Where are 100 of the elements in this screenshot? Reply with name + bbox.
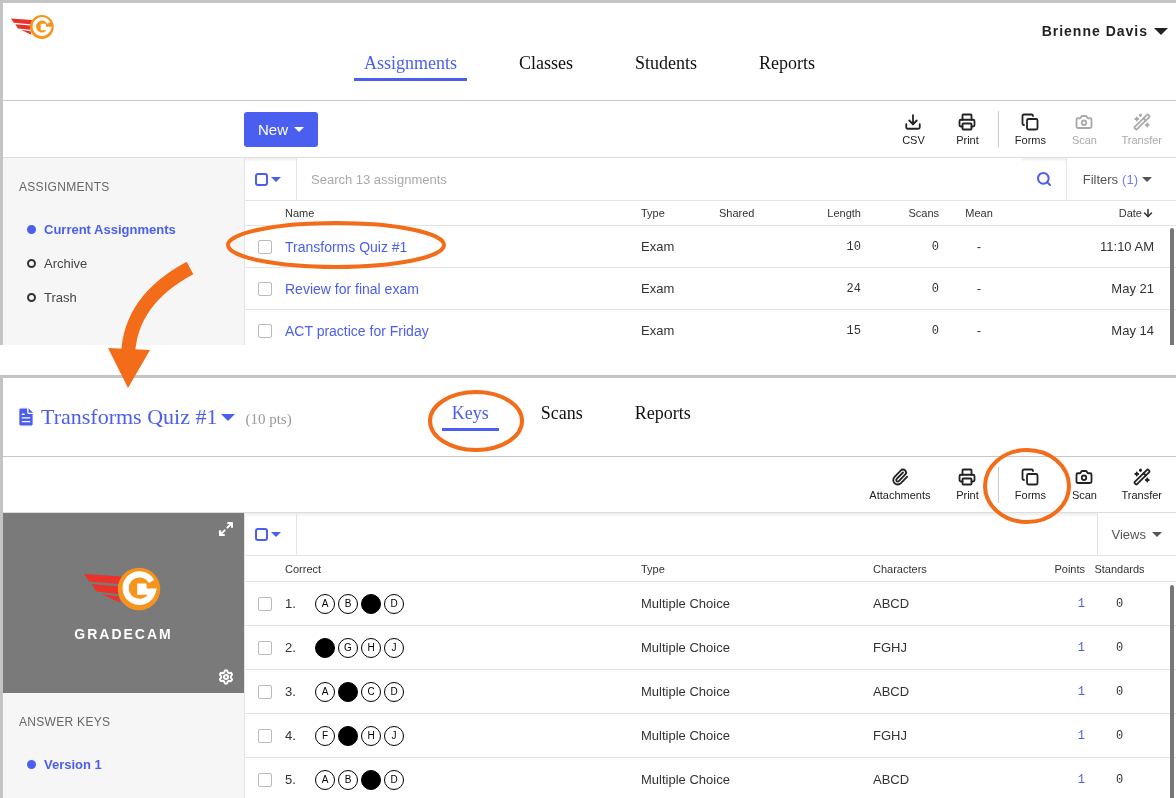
answer-bubble[interactable]: G xyxy=(338,637,358,658)
answer-bubble[interactable]: B xyxy=(338,593,358,614)
toolbar-button[interactable]: Forms xyxy=(1003,468,1058,501)
assignment-tab[interactable]: Keys xyxy=(441,403,499,431)
assignment-link[interactable]: ACT practice for Friday xyxy=(285,322,429,339)
row-checkbox[interactable] xyxy=(258,772,272,787)
table-cell-text: 10 xyxy=(845,239,861,254)
checkbox[interactable] xyxy=(255,527,268,541)
answer-bubble[interactable]: D xyxy=(384,593,404,614)
table-cell-text: 0 xyxy=(930,281,939,296)
assignment-link[interactable]: Review for final exam xyxy=(285,280,419,297)
column-header: Points xyxy=(1053,562,1085,575)
assignment-tab[interactable]: Reports xyxy=(624,403,701,431)
sidebar-heading: ANSWER KEYS xyxy=(18,714,112,731)
table-cell-text: 1 xyxy=(1076,640,1085,655)
answer-bubble[interactable]: D xyxy=(384,769,404,790)
nav-tab[interactable]: Students xyxy=(625,53,707,81)
caret-icon xyxy=(271,531,281,537)
table-cell-text: ABCD xyxy=(873,596,911,611)
tool-icon xyxy=(958,112,977,131)
nav-tab[interactable]: Reports xyxy=(749,53,825,81)
answer-bubble[interactable]: A xyxy=(315,681,335,702)
question-number: 1. xyxy=(285,596,297,611)
table-cell-text: 0 xyxy=(1114,640,1125,655)
table-cell-text: 11:10 AM xyxy=(1099,239,1154,254)
answer-bubble[interactable]: A xyxy=(315,593,335,614)
points-label: (10 pts) xyxy=(245,410,292,428)
row-checkbox[interactable] xyxy=(258,596,272,611)
row-checkbox[interactable] xyxy=(258,640,272,655)
answer-bubble[interactable] xyxy=(361,769,381,790)
sidebar-item[interactable]: Trash xyxy=(3,280,244,314)
tool-icon xyxy=(1075,112,1094,131)
tool-icon xyxy=(1075,468,1094,486)
table-cell-text: Exam xyxy=(641,323,676,338)
scrollbar[interactable] xyxy=(1170,228,1174,345)
tool-icon xyxy=(1132,468,1151,486)
toolbar-button[interactable]: Forms xyxy=(1003,112,1058,146)
checkbox[interactable] xyxy=(255,172,268,186)
sidebar-item[interactable]: Version 1 xyxy=(3,747,244,781)
new-button[interactable]: New xyxy=(244,111,318,147)
toolbar-button[interactable]: CSV xyxy=(886,112,941,146)
radio-dot-icon xyxy=(27,224,36,234)
toolbar-button[interactable]: Transfer xyxy=(1111,468,1172,501)
logo-icon xyxy=(11,13,56,41)
column-header: Shared xyxy=(719,207,756,219)
answer-bubble[interactable] xyxy=(361,593,381,614)
row-checkbox[interactable] xyxy=(258,728,272,743)
nav-tab[interactable]: Assignments xyxy=(354,53,467,81)
caret-icon xyxy=(1154,27,1168,35)
row-checkbox[interactable] xyxy=(258,281,272,296)
assignment-title[interactable]: Transforms Quiz #1 xyxy=(15,404,236,430)
table-cell-text: 1 xyxy=(1076,596,1085,611)
toolbar-button[interactable]: Print xyxy=(940,468,995,501)
row-checkbox[interactable] xyxy=(258,684,272,699)
answer-bubble[interactable] xyxy=(338,681,358,702)
toolbar-button[interactable]: Attachments xyxy=(859,468,941,501)
tool-icon xyxy=(958,468,977,486)
answer-bubble[interactable]: C xyxy=(361,681,381,702)
row-checkbox[interactable] xyxy=(258,239,272,254)
table-cell-text: 0 xyxy=(1114,684,1125,699)
answer-bubble[interactable] xyxy=(338,725,358,746)
column-header: Correct xyxy=(285,562,323,575)
table-cell-text: 1 xyxy=(1076,684,1085,699)
question-number: 2. xyxy=(285,640,297,655)
sidebar-item[interactable]: Current Assignments xyxy=(3,212,244,246)
answer-bubble[interactable]: J xyxy=(384,637,404,658)
table-cell-text: - xyxy=(975,323,983,338)
answer-bubble[interactable]: H xyxy=(361,637,381,658)
table-cell-text: Exam xyxy=(641,281,676,296)
assignment-tab[interactable]: Scans xyxy=(530,403,593,431)
table-cell-text: FGHJ xyxy=(873,728,908,743)
table-cell-text: 1 xyxy=(1076,772,1085,787)
table-cell-text: Multiple Choice xyxy=(641,640,731,655)
answer-bubble[interactable] xyxy=(315,637,335,658)
answer-bubble[interactable]: H xyxy=(361,725,381,746)
row-checkbox[interactable] xyxy=(258,323,272,338)
table-cell-text: - xyxy=(975,281,983,296)
user-menu[interactable]: Brienne Davis xyxy=(1041,23,1168,39)
settings-icon xyxy=(218,669,234,685)
answer-bubble[interactable]: D xyxy=(384,681,404,702)
table-cell-text: 0 xyxy=(1114,596,1125,611)
answer-bubble[interactable]: A xyxy=(315,769,335,790)
toolbar-button[interactable]: Print xyxy=(940,112,995,146)
nav-tab[interactable]: Classes xyxy=(509,53,583,81)
question-number: 5. xyxy=(285,772,297,787)
answer-bubble[interactable]: F xyxy=(315,725,335,746)
scrollbar[interactable] xyxy=(1170,585,1174,798)
expand-icon xyxy=(218,521,234,537)
table-cell-text: 15 xyxy=(845,323,861,338)
tool-icon xyxy=(890,468,909,486)
answer-bubble[interactable]: B xyxy=(338,769,358,790)
table-cell-text: ABCD xyxy=(873,772,911,787)
answer-bubble[interactable]: J xyxy=(384,725,404,746)
sort-arrow-icon xyxy=(1142,207,1154,219)
sidebar-item[interactable]: Archive xyxy=(3,246,244,280)
caret-icon xyxy=(1142,176,1152,182)
column-header: Type xyxy=(641,207,666,219)
toolbar-button[interactable]: Scan xyxy=(1057,468,1112,501)
assignment-link[interactable]: Transforms Quiz #1 xyxy=(285,238,408,255)
sidebar-item-label: Current Assignments xyxy=(44,221,176,237)
